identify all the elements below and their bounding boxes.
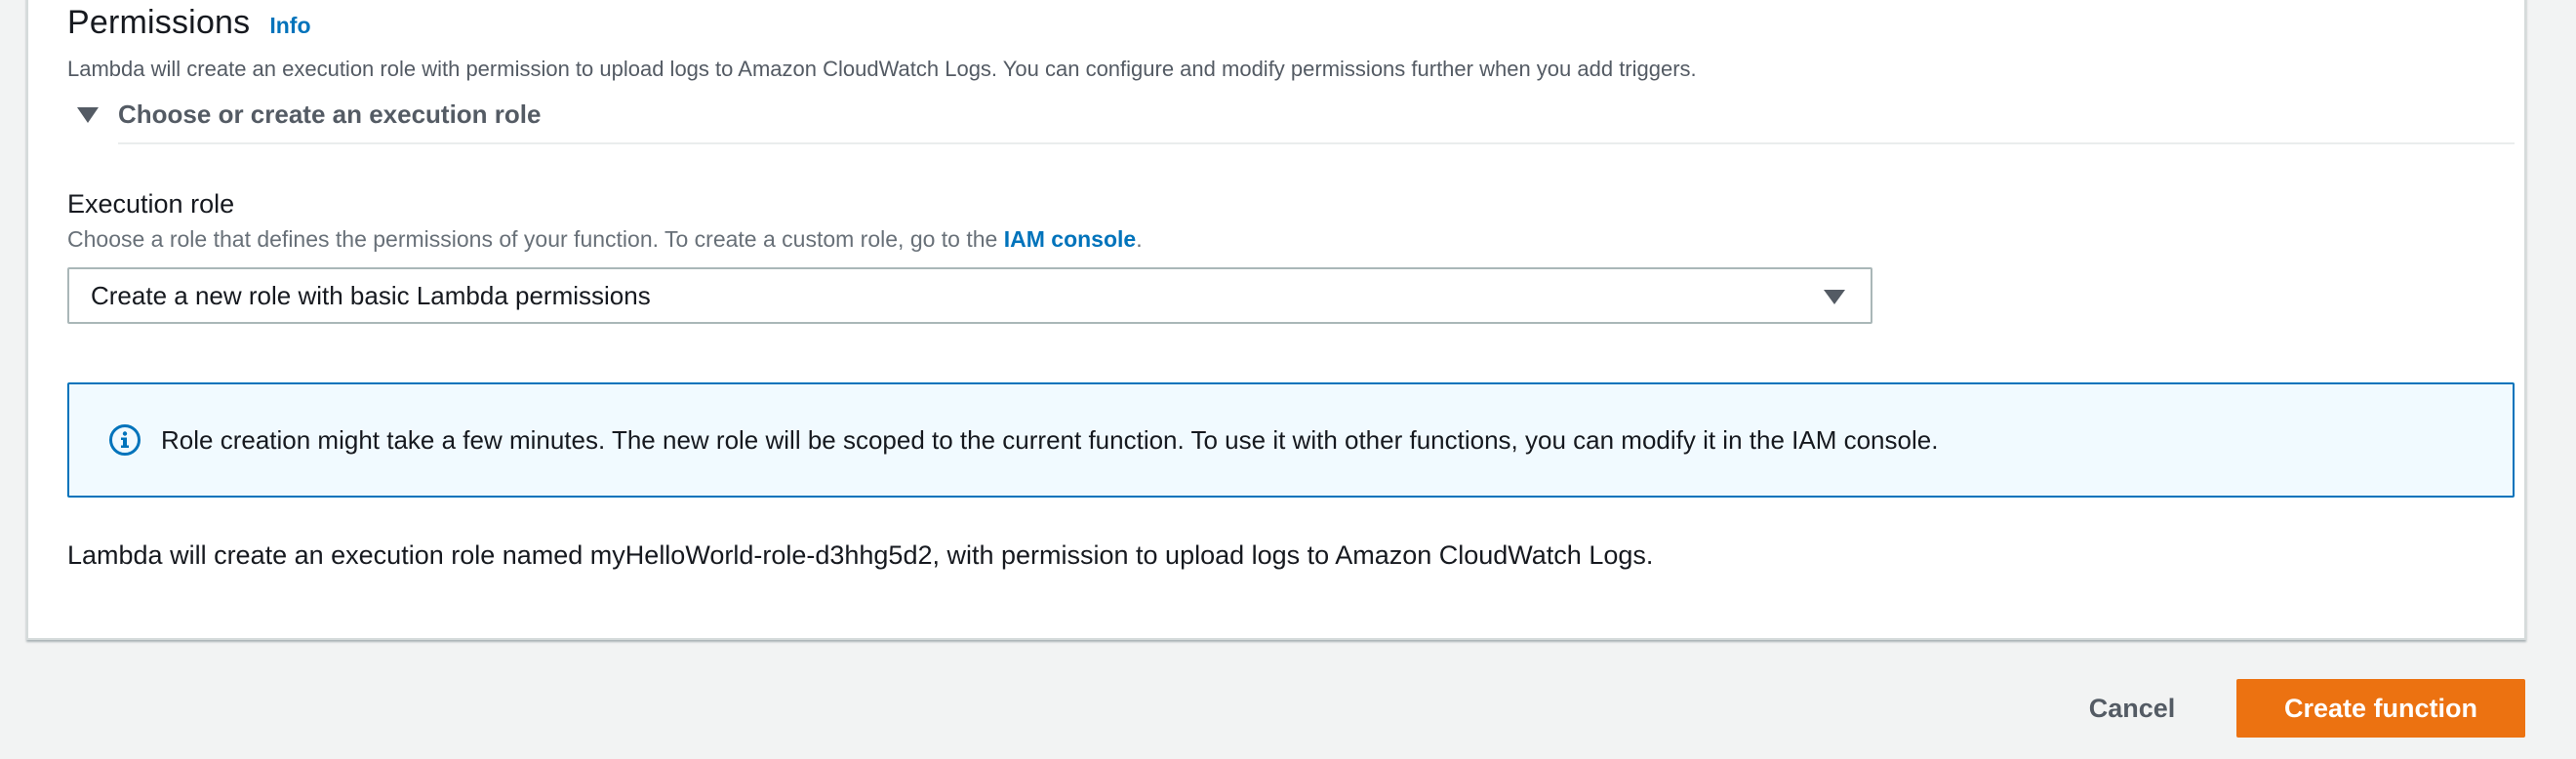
- section-header: Permissions Info: [67, 4, 311, 42]
- execution-role-description: Choose a role that defines the permissio…: [67, 226, 1143, 253]
- role-name-note: Lambda will create an execution role nam…: [67, 540, 1654, 570]
- execution-role-select[interactable]: Create a new role with basic Lambda perm…: [67, 267, 1872, 324]
- section-title: Permissions: [67, 4, 251, 41]
- execution-role-description-text: Choose a role that defines the permissio…: [67, 226, 1004, 252]
- expander-label: Choose or create an execution role: [118, 100, 542, 129]
- execution-role-selected-value: Create a new role with basic Lambda perm…: [91, 280, 651, 310]
- info-alert: Role creation might take a few minutes. …: [67, 382, 2515, 498]
- execution-role-expander[interactable]: Choose or create an execution role: [77, 100, 541, 130]
- info-link[interactable]: Info: [269, 13, 310, 39]
- dropdown-caret-icon: [1824, 290, 1845, 304]
- permissions-panel: Permissions Info Lambda will create an e…: [26, 0, 2526, 640]
- section-description: Lambda will create an execution role wit…: [67, 57, 1697, 81]
- cancel-button[interactable]: Cancel: [2069, 680, 2195, 737]
- divider: [118, 142, 2515, 144]
- caret-down-icon: [77, 106, 99, 123]
- iam-console-link[interactable]: IAM console: [1004, 226, 1136, 252]
- alert-text: Role creation might take a few minutes. …: [161, 424, 1939, 455]
- create-function-button[interactable]: Create function: [2236, 679, 2525, 738]
- execution-role-label: Execution role: [67, 189, 235, 219]
- info-circle-icon: [109, 424, 141, 456]
- execution-role-description-suffix: .: [1136, 226, 1143, 252]
